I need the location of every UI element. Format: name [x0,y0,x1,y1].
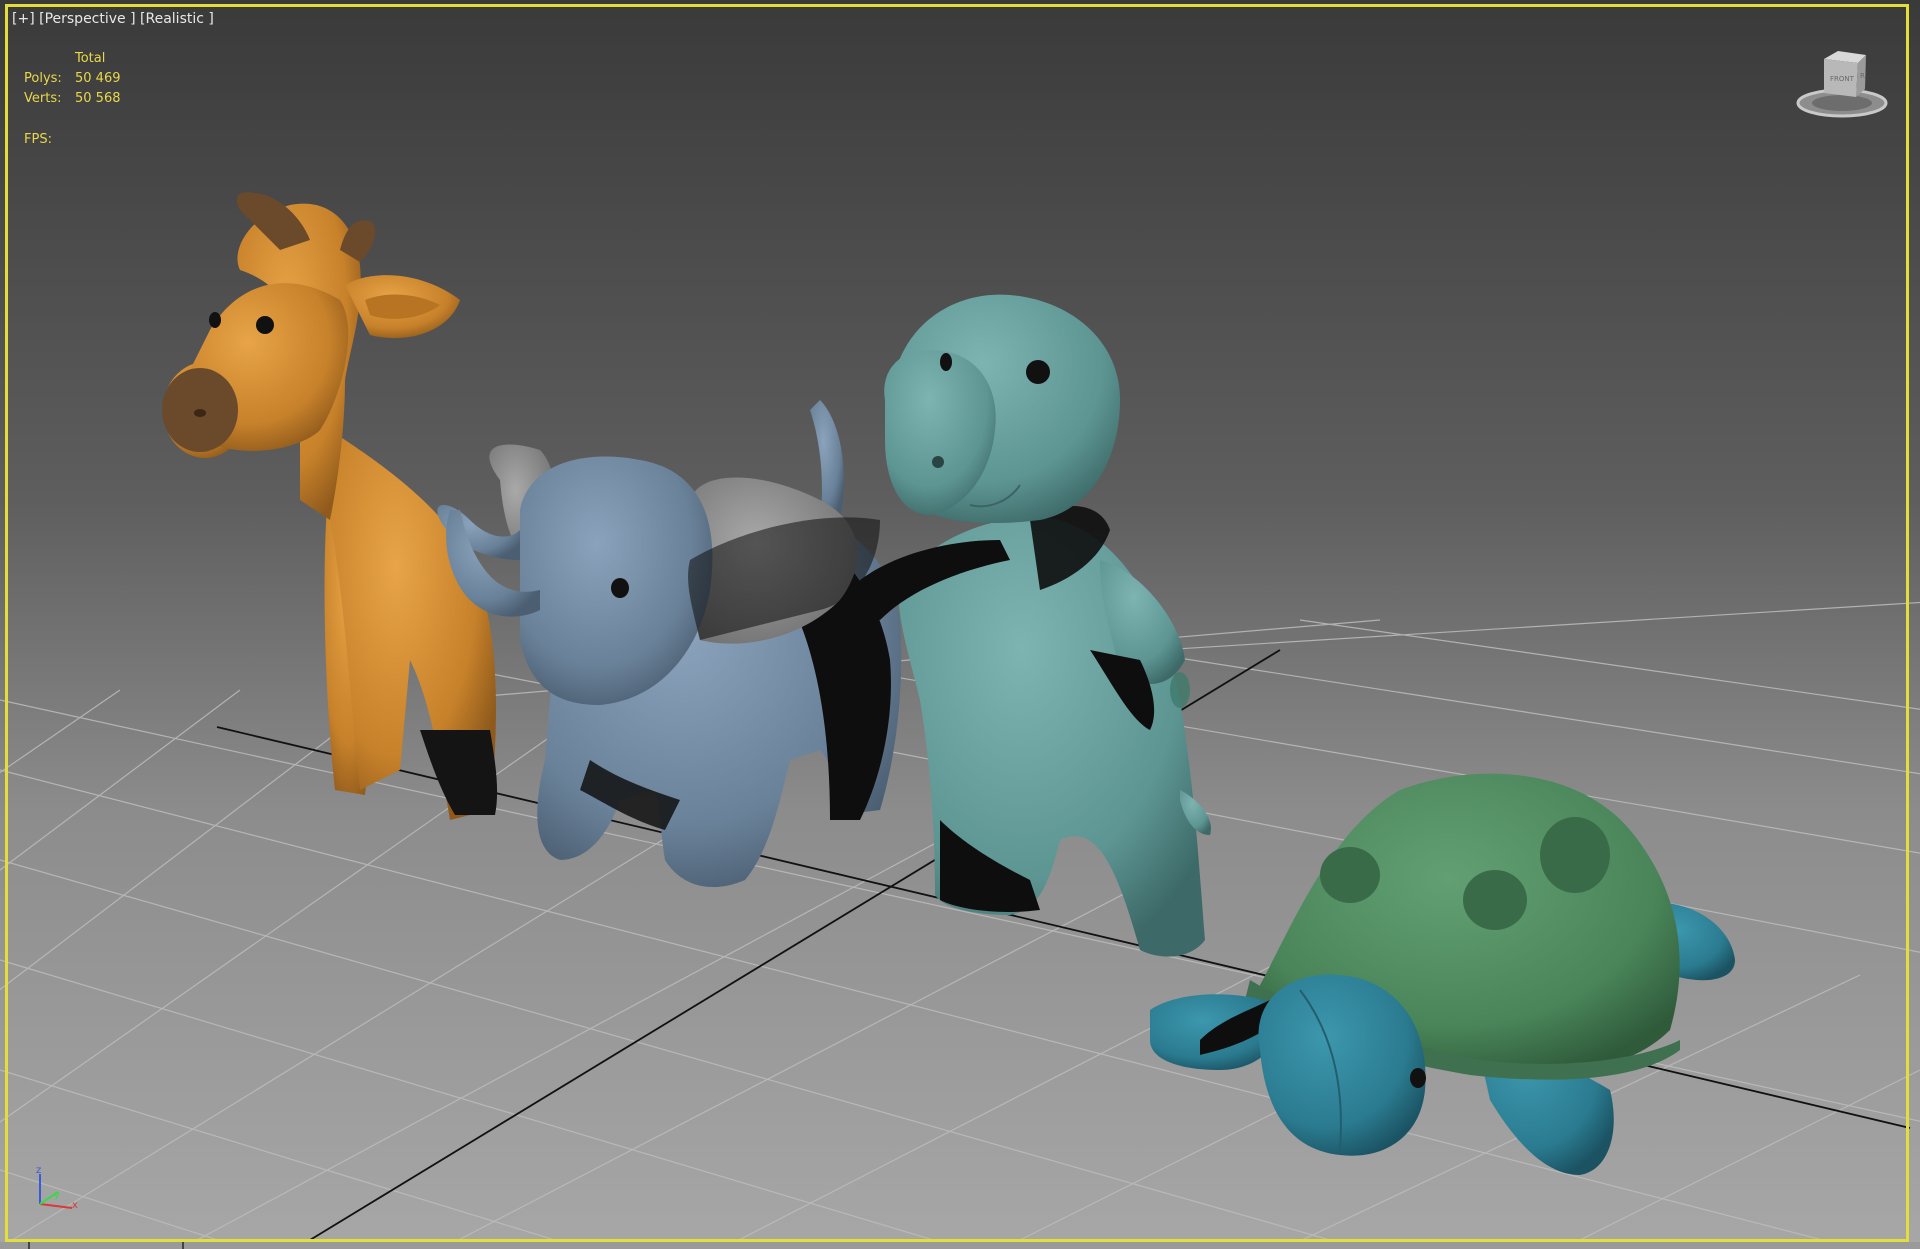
svg-text:z: z [36,1165,41,1176]
scene-render[interactable] [0,0,1920,1249]
viewport-menu-plus[interactable]: [+] [12,11,35,27]
stats-polys-label: Polys: [24,71,62,86]
turtle-model[interactable] [1150,773,1735,1175]
viewcube-side-label: R [1860,72,1865,80]
perspective-viewport[interactable]: [+] [Perspective ] [Realistic ] Total Po… [0,0,1920,1249]
axis-tripod-icon: z y x [36,1165,78,1211]
stats-verts-label: Verts: [24,91,62,106]
svg-text:y: y [54,1190,60,1201]
stats-total-header: Total [75,51,106,66]
viewport-statistics: Total Polys: 50 469 Verts: 50 568 FPS: [24,49,121,150]
timebar-tick [28,1242,30,1249]
stats-fps-label: FPS: [24,132,52,147]
viewport-menu-shading[interactable]: [Realistic ] [140,11,214,27]
svg-text:x: x [72,1200,78,1211]
stats-verts-value: 50 568 [75,91,121,106]
viewcube-face-label: FRONT [1830,75,1855,83]
timebar-tick [182,1242,184,1249]
viewcube-icon[interactable]: FRONT R [1790,45,1894,125]
stats-polys-value: 50 469 [75,71,121,86]
elephant-model[interactable] [437,400,902,888]
bottom-timebar[interactable] [0,1242,1920,1249]
viewport-menu-perspective[interactable]: [Perspective ] [39,11,135,27]
viewport-label: [+] [Perspective ] [Realistic ] [12,11,214,27]
